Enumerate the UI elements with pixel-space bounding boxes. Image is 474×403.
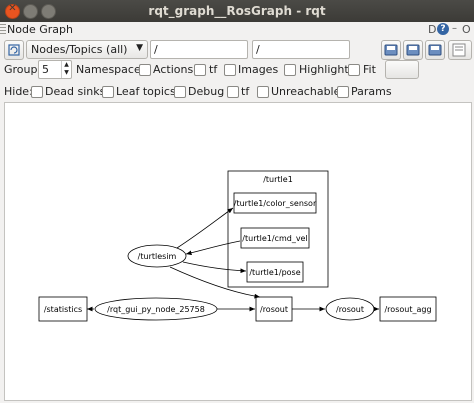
save-svg-icon xyxy=(406,44,420,56)
save-dot-icon xyxy=(384,44,398,56)
debug-checkbox[interactable] xyxy=(174,86,186,98)
hide-tf-checkbox[interactable] xyxy=(227,86,239,98)
node-filter-input[interactable]: / xyxy=(150,40,248,59)
window-title: rqt_graph__RosGraph - rqt xyxy=(148,4,326,18)
svg-text:/turtle1/cmd_vel: /turtle1/cmd_vel xyxy=(242,234,307,243)
svg-text:/rosout_agg: /rosout_agg xyxy=(384,305,431,314)
unreachable-label: Unreachable xyxy=(271,85,341,98)
highlight-label: Highlight xyxy=(299,63,349,76)
topic-filter-input[interactable]: / xyxy=(252,40,350,59)
svg-text:/rqt_gui_py_node_25758: /rqt_gui_py_node_25758 xyxy=(107,305,205,314)
node-rqt-gui[interactable]: /rqt_gui_py_node_25758 xyxy=(94,297,218,321)
svg-text:/rosout: /rosout xyxy=(336,305,364,314)
fit-in-view-button[interactable] xyxy=(385,60,419,79)
group-spinbox[interactable]: 5 ▲ ▼ xyxy=(38,60,72,79)
fit-checkbox[interactable] xyxy=(348,64,360,76)
actions-label: Actions xyxy=(153,63,194,76)
dead-sinks-label: Dead sinks xyxy=(45,85,106,98)
dead-sinks-checkbox[interactable] xyxy=(31,86,43,98)
save-dot-button[interactable] xyxy=(381,40,401,60)
graph-canvas[interactable]: /turtle1 /turtle1/color_sensor /turtle1/… xyxy=(4,102,472,401)
topic-statistics[interactable]: /statistics xyxy=(38,296,88,322)
edge-turtlesim-pose xyxy=(182,261,247,274)
images-label: Images xyxy=(238,63,279,76)
load-button[interactable] xyxy=(448,40,472,60)
refresh-button[interactable] xyxy=(4,40,24,60)
params-checkbox[interactable] xyxy=(337,86,349,98)
panel-d-button[interactable]: D xyxy=(428,23,436,36)
panel-close-button[interactable]: O xyxy=(462,23,471,36)
svg-text:/turtle1/pose: /turtle1/pose xyxy=(249,268,300,277)
debug-label: Debug xyxy=(188,85,225,98)
spin-arrows-icon[interactable]: ▲ ▼ xyxy=(61,61,71,78)
node-turtlesim[interactable]: /turtlesim xyxy=(127,244,187,268)
svg-text:/rosout: /rosout xyxy=(260,305,288,314)
tf-checkbox[interactable] xyxy=(224,64,236,76)
help-icon[interactable]: ? xyxy=(437,23,449,35)
highlight-checkbox[interactable] xyxy=(284,64,296,76)
leaf-topics-checkbox[interactable] xyxy=(102,86,114,98)
topic-cmd-vel[interactable]: /turtle1/cmd_vel xyxy=(240,227,310,249)
namespaces-label: Namespaces xyxy=(76,63,147,76)
graph-type-value: Nodes/Topics (all) xyxy=(31,43,128,56)
topic-color-sensor[interactable]: /turtle1/color_sensor xyxy=(233,192,317,214)
save-image-icon xyxy=(428,44,442,56)
edge-turtlesim-color-sensor xyxy=(176,207,234,249)
svg-text:/statistics: /statistics xyxy=(44,305,82,314)
edge-turtlesim-rosout xyxy=(169,266,261,299)
params-label: Params xyxy=(351,85,392,98)
group-label: Group: xyxy=(4,63,42,76)
panel-title: Node Graph xyxy=(7,23,73,36)
fit-label: Fit xyxy=(363,63,376,76)
cluster-label: /turtle1 xyxy=(263,175,293,184)
svg-text:/turtle1/color_sensor: /turtle1/color_sensor xyxy=(234,199,317,208)
save-image-button[interactable] xyxy=(425,40,445,60)
namespaces-checkbox[interactable] xyxy=(139,64,151,76)
panel-minus-button[interactable]: – xyxy=(452,23,457,34)
window-titlebar: ✕ rqt_graph__RosGraph - rqt xyxy=(0,0,474,22)
unreachable-checkbox[interactable] xyxy=(257,86,269,98)
node-rosout[interactable]: /rosout xyxy=(325,297,375,321)
refresh-icon xyxy=(8,44,20,56)
drag-grip-icon[interactable] xyxy=(0,24,6,36)
graph-type-select[interactable]: Nodes/Topics (all) ▼ xyxy=(26,40,148,59)
topic-rosout-agg[interactable]: /rosout_agg xyxy=(379,296,437,322)
topic-rosout[interactable]: /rosout xyxy=(255,296,293,322)
topic-pose[interactable]: /turtle1/pose xyxy=(246,261,304,283)
tf-label: tf xyxy=(209,63,218,76)
svg-text:/turtlesim: /turtlesim xyxy=(138,252,177,261)
panel-header: Node Graph D ? – O xyxy=(0,22,474,38)
load-icon xyxy=(452,43,466,57)
hide-tf-label: tf xyxy=(241,85,250,98)
edge-cmd-vel-turtlesim xyxy=(185,240,241,256)
graph-svg: /turtle1 /turtle1/color_sensor /turtle1/… xyxy=(38,170,437,322)
chevron-down-icon: ▼ xyxy=(136,43,143,53)
actions-checkbox[interactable] xyxy=(194,64,206,76)
leaf-topics-label: Leaf topics xyxy=(116,85,176,98)
save-svg-button[interactable] xyxy=(403,40,423,60)
hide-label: Hide: xyxy=(4,85,33,98)
